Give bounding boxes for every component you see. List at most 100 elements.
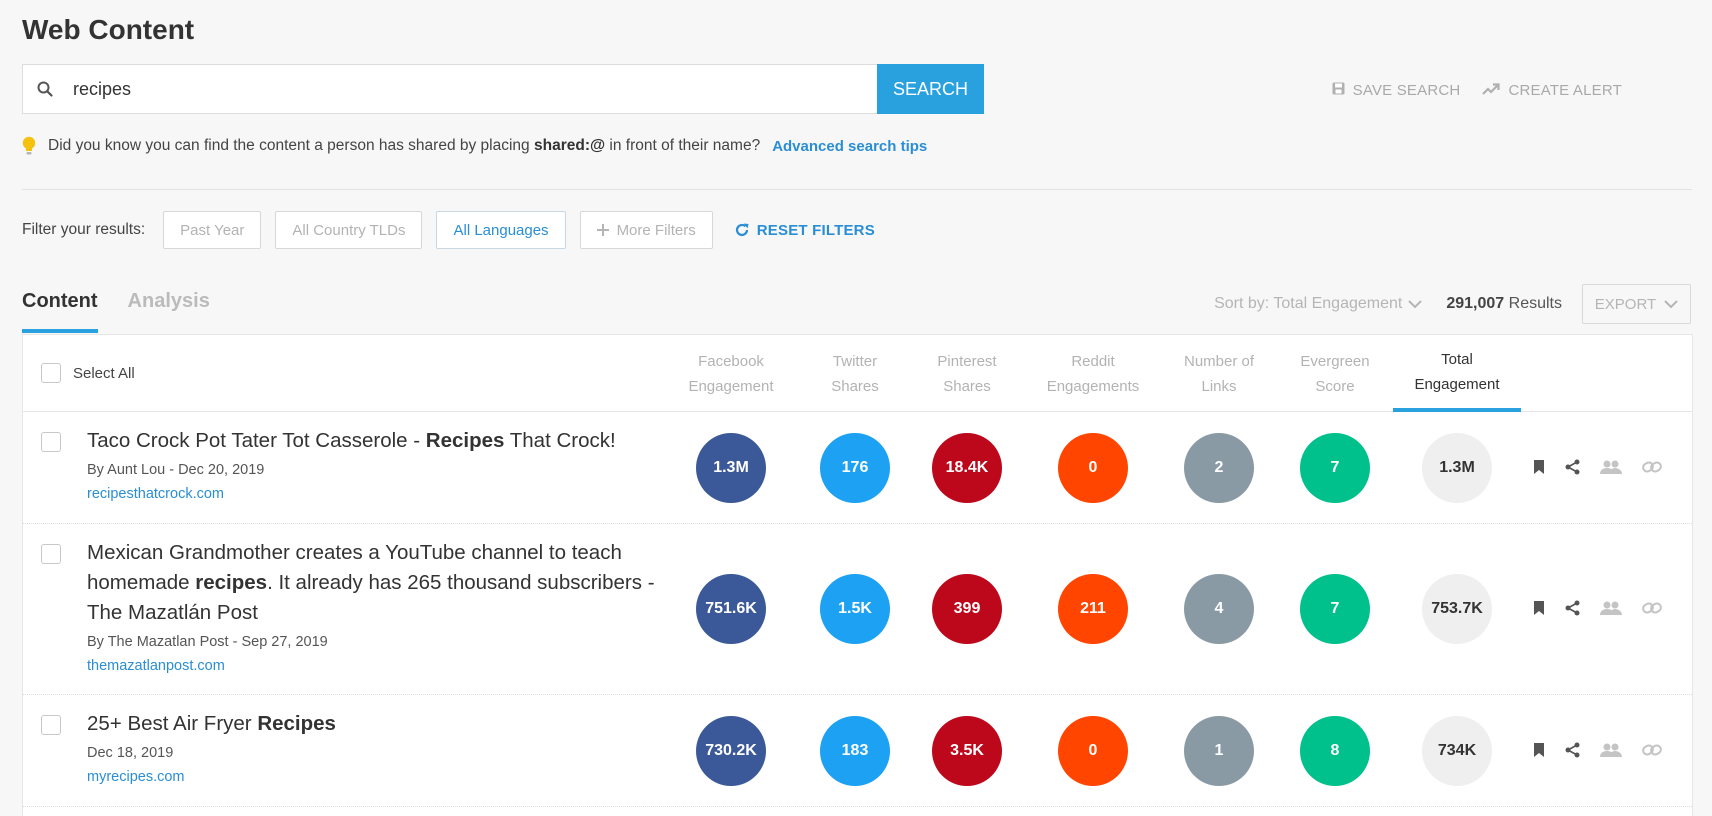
column-label: Facebook bbox=[698, 353, 764, 370]
link-icon[interactable] bbox=[1642, 601, 1662, 620]
row-checkbox[interactable] bbox=[41, 432, 61, 452]
column-number-of-links[interactable]: Number of Links bbox=[1154, 349, 1284, 399]
save-search-label: SAVE SEARCH bbox=[1352, 82, 1461, 99]
top-actions: SAVE SEARCH CREATE ALERT bbox=[1332, 82, 1622, 99]
row-actions bbox=[1533, 742, 1662, 763]
link-icon[interactable] bbox=[1642, 460, 1662, 479]
search-button[interactable]: SEARCH bbox=[877, 64, 984, 114]
users-icon[interactable] bbox=[1600, 459, 1622, 480]
chevron-down-icon bbox=[1408, 299, 1423, 309]
sort-dropdown[interactable]: Sort by: Total Engagement bbox=[1214, 295, 1423, 313]
users-icon[interactable] bbox=[1600, 742, 1622, 763]
tab-analysis[interactable]: Analysis bbox=[128, 280, 210, 333]
column-label: Links bbox=[1201, 378, 1237, 395]
bookmark-icon[interactable] bbox=[1533, 600, 1545, 621]
table-row: Taco Crock Pot Tater Tot Casserole - Rec… bbox=[23, 412, 1692, 524]
number-of-links-value: 1 bbox=[1184, 716, 1254, 786]
number-of-links-value: 4 bbox=[1184, 574, 1254, 644]
filter-languages[interactable]: All Languages bbox=[436, 211, 566, 249]
reddit-engagements-value: 211 bbox=[1058, 574, 1128, 644]
bookmark-icon[interactable] bbox=[1533, 742, 1545, 763]
evergreen-score-value: 8 bbox=[1300, 716, 1370, 786]
column-label: Engagement bbox=[1414, 376, 1500, 393]
twitter-shares-value: 183 bbox=[820, 716, 890, 786]
export-button[interactable]: EXPORT bbox=[1582, 284, 1691, 324]
filter-past-year[interactable]: Past Year bbox=[163, 211, 262, 249]
divider bbox=[22, 189, 1692, 190]
column-evergreen-score[interactable]: Evergreen Score bbox=[1270, 349, 1400, 399]
view-tabs: Content Analysis bbox=[22, 280, 210, 333]
twitter-shares-value: 176 bbox=[820, 433, 890, 503]
column-reddit-engagements[interactable]: Reddit Engagements bbox=[1028, 349, 1158, 399]
column-facebook-engagement[interactable]: Facebook Engagement bbox=[666, 349, 796, 399]
total-engagement-value: 734K bbox=[1422, 716, 1492, 786]
title-keyword: recipes bbox=[195, 571, 268, 594]
advanced-search-tips-link[interactable]: Advanced search tips bbox=[772, 138, 927, 155]
trend-icon bbox=[1482, 82, 1501, 99]
plus-icon bbox=[596, 224, 609, 236]
column-twitter-shares[interactable]: Twitter Shares bbox=[790, 349, 920, 399]
tip-text-before: Did you know you can find the content a … bbox=[48, 137, 530, 154]
share-icon[interactable] bbox=[1565, 742, 1580, 763]
pinterest-shares-value: 18.4K bbox=[932, 433, 1002, 503]
column-label: Pinterest bbox=[937, 353, 997, 370]
row-checkbox[interactable] bbox=[41, 715, 61, 735]
facebook-engagement-value: 751.6K bbox=[696, 574, 766, 644]
lightbulb-icon bbox=[22, 136, 36, 156]
article-title[interactable]: Mexican Grandmother creates a YouTube ch… bbox=[87, 538, 657, 628]
evergreen-score-value: 7 bbox=[1300, 433, 1370, 503]
number-of-links-value: 2 bbox=[1184, 433, 1254, 503]
results-table: Select All Facebook Engagement Twitter S… bbox=[22, 334, 1693, 816]
article-domain[interactable]: recipesthatcrock.com bbox=[87, 486, 224, 502]
page-title: Web Content bbox=[22, 14, 195, 45]
results-label: Results bbox=[1508, 295, 1562, 312]
users-icon[interactable] bbox=[1600, 600, 1622, 621]
share-icon[interactable] bbox=[1565, 600, 1580, 621]
share-icon[interactable] bbox=[1565, 459, 1580, 480]
twitter-shares-value: 1.5K bbox=[820, 574, 890, 644]
sort-area: Sort by: Total Engagement 291,007 Result… bbox=[1214, 284, 1691, 324]
reset-filters-button[interactable]: RESET FILTERS bbox=[735, 222, 875, 239]
facebook-engagement-value: 730.2K bbox=[696, 716, 766, 786]
total-engagement-value: 753.7K bbox=[1422, 574, 1492, 644]
title-keyword: Recipes bbox=[425, 429, 505, 452]
bookmark-icon[interactable] bbox=[1533, 459, 1545, 480]
facebook-engagement-value: 1.3M bbox=[696, 433, 766, 503]
create-alert-label: CREATE ALERT bbox=[1508, 82, 1622, 99]
title-text: That Crock! bbox=[504, 429, 616, 452]
column-pinterest-shares[interactable]: Pinterest Shares bbox=[902, 349, 1032, 399]
filter-country-tlds[interactable]: All Country TLDs bbox=[275, 211, 423, 249]
results-count: 291,007 Results bbox=[1446, 295, 1562, 313]
column-label: Engagement bbox=[688, 378, 774, 395]
article-domain[interactable]: themazatlanpost.com bbox=[87, 658, 225, 674]
results-number: 291,007 bbox=[1446, 295, 1505, 312]
column-label: Shares bbox=[831, 378, 879, 395]
select-all-checkbox[interactable] bbox=[41, 363, 61, 383]
select-all[interactable]: Select All bbox=[41, 363, 135, 383]
row-checkbox[interactable] bbox=[41, 544, 61, 564]
article-title[interactable]: Taco Crock Pot Tater Tot Casserole - Rec… bbox=[87, 426, 657, 456]
chevron-down-icon bbox=[1664, 299, 1678, 309]
link-icon[interactable] bbox=[1642, 743, 1662, 762]
pinterest-shares-value: 399 bbox=[932, 574, 1002, 644]
tab-content[interactable]: Content bbox=[22, 280, 98, 333]
article-meta: By Aunt Lou - Dec 20, 2019 bbox=[87, 462, 265, 478]
table-header: Select All Facebook Engagement Twitter S… bbox=[23, 335, 1692, 412]
article-meta: By The Mazatlan Post - Sep 27, 2019 bbox=[87, 634, 328, 650]
pinterest-shares-value: 3.5K bbox=[932, 716, 1002, 786]
more-filters-button[interactable]: More Filters bbox=[579, 211, 713, 249]
tip-text-after: in front of their name? bbox=[609, 137, 761, 154]
column-total-engagement[interactable]: Total Engagement bbox=[1392, 347, 1522, 397]
search-input[interactable] bbox=[67, 78, 847, 100]
save-search-button[interactable]: SAVE SEARCH bbox=[1332, 82, 1461, 99]
article-title[interactable]: 25+ Best Air Fryer Recipes bbox=[87, 709, 657, 739]
column-label: Twitter bbox=[832, 353, 878, 370]
create-alert-button[interactable]: CREATE ALERT bbox=[1482, 82, 1622, 99]
filter-label: Filter your results: bbox=[22, 221, 146, 238]
refresh-icon bbox=[735, 223, 749, 237]
column-label: Number of bbox=[1183, 353, 1255, 370]
export-label: EXPORT bbox=[1594, 295, 1657, 313]
article-domain[interactable]: myrecipes.com bbox=[87, 769, 185, 785]
reddit-engagements-value: 0 bbox=[1058, 716, 1128, 786]
column-label: Engagements bbox=[1046, 378, 1140, 395]
